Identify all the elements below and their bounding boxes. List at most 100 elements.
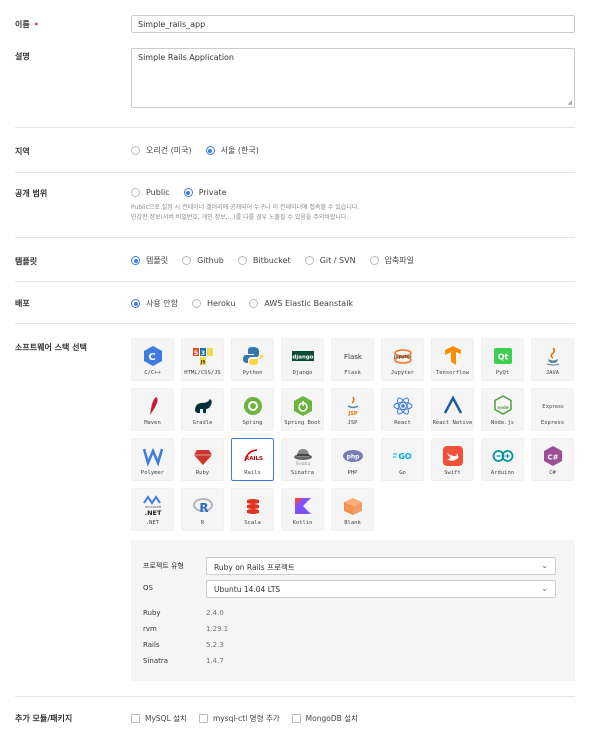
stack-tile-python[interactable]: Python xyxy=(231,338,274,381)
stack-tile-react[interactable]: React xyxy=(381,388,424,431)
checkbox[interactable] xyxy=(198,714,208,723)
svg-text:node: node xyxy=(497,405,508,410)
region-radio-0[interactable]: 오리건 (미국) xyxy=(131,145,192,156)
ruby-icon xyxy=(192,439,214,469)
react-icon xyxy=(392,389,414,419)
checkbox[interactable] xyxy=(131,714,140,723)
deploy-radio-group: 사용 안함 Heroku AWS Elastic Beanstalk xyxy=(131,298,367,309)
radio-dot[interactable] xyxy=(131,188,140,197)
stack-tile-html-css-js[interactable]: 5 3 JS HTML/CSS/JS xyxy=(181,338,224,381)
region-radio-1[interactable]: 서울 (한국) xyxy=(205,145,259,156)
stack-tile-label: Python xyxy=(242,370,263,376)
deploy-radio-2[interactable]: AWS Elastic Beanstalk xyxy=(249,299,353,308)
svg-text:GO: GO xyxy=(398,452,412,461)
stack-tile-sinatra[interactable]: Sinatra Sinatra xyxy=(281,438,324,481)
template-radio-3[interactable]: Git / SVN xyxy=(304,256,356,265)
checkbox[interactable] xyxy=(291,714,301,723)
stack-tile-swift[interactable]: Swift xyxy=(431,438,474,481)
os-select[interactable]: Ubuntu 14.04 LTS ⌄ xyxy=(206,580,556,598)
svg-text:RAILS: RAILS xyxy=(244,456,262,462)
stack-tile-gradle[interactable]: Gradle xyxy=(181,388,224,431)
svg-text:php: php xyxy=(346,454,360,461)
stack-tile-jsp[interactable]: JSP JSP xyxy=(331,388,374,431)
resize-handle-icon[interactable]: ◢ xyxy=(567,99,572,106)
radio-dot[interactable] xyxy=(304,256,314,265)
deploy-radio-0[interactable]: 사용 안함 xyxy=(131,298,178,309)
version-value: 1.4.7 xyxy=(206,657,224,665)
svg-text:Qt: Qt xyxy=(497,353,508,362)
stack-tile-label: Swift xyxy=(444,470,461,476)
description-textarea[interactable]: Simple Rails Application ◢ xyxy=(131,48,575,108)
react-native-icon xyxy=(442,389,464,419)
package-checkbox-2[interactable]: MongoDB 설치 xyxy=(291,713,358,724)
radio-dot[interactable] xyxy=(131,146,140,155)
stack-tile-pyqt[interactable]: Qt PyQt xyxy=(481,338,524,381)
stack-label: 소프트웨어 스택 선택 xyxy=(15,343,87,352)
stack-tile-rails[interactable]: RAILS Rails xyxy=(231,438,274,481)
region-radio-label: 오리건 (미국) xyxy=(146,146,192,155)
radio-dot[interactable] xyxy=(131,256,140,265)
radio-dot[interactable] xyxy=(191,299,201,308)
template-radio-label: 압축파일 xyxy=(384,256,415,265)
deploy-radio-1[interactable]: Heroku xyxy=(191,299,235,308)
radio-dot[interactable] xyxy=(182,256,192,265)
template-radio-2[interactable]: Bitbucket xyxy=(237,256,291,265)
template-radio-4[interactable]: 압축파일 xyxy=(369,255,415,266)
radio-dot[interactable] xyxy=(205,146,215,155)
stack-tile-jupyter[interactable]: jupyter Jupyter xyxy=(381,338,424,381)
stack-tile-java[interactable]: JAVA xyxy=(531,338,574,381)
divider xyxy=(15,696,575,697)
template-radio-0[interactable]: 템플릿 xyxy=(131,255,168,266)
stack-tile-express[interactable]: Express Express xyxy=(531,388,574,431)
name-input[interactable]: Simple_rails_app xyxy=(131,15,575,33)
package-checkbox-1[interactable]: mysql-ctl 명령 추가 xyxy=(198,713,280,724)
stack-tile-c-c-[interactable]: C C/C++ xyxy=(131,338,174,381)
stack-tile-label: JSP xyxy=(347,420,358,426)
stack-tile-label: Spring Boot xyxy=(284,420,321,426)
stack-tile-arduino[interactable]: Arduino xyxy=(481,438,524,481)
stack-tile-node-js[interactable]: node Node.js xyxy=(481,388,524,431)
stack-tile-c-[interactable]: C# C# xyxy=(531,438,574,481)
chevron-down-icon: ⌄ xyxy=(541,584,548,593)
stack-tile-php[interactable]: php PHP xyxy=(331,438,374,481)
stack-tile-maven[interactable]: Maven xyxy=(131,388,174,431)
stack-tile-polymer[interactable]: Polymer xyxy=(131,438,174,481)
deploy-label: 배포 xyxy=(15,299,30,308)
stack-tile-blank[interactable]: Blank xyxy=(331,488,374,531)
radio-dot[interactable] xyxy=(237,256,247,265)
stack-tile-label: Sinatra xyxy=(290,470,315,476)
swift-icon xyxy=(442,439,464,469)
radio-dot[interactable] xyxy=(249,299,259,308)
stack-tile-scala[interactable]: Scala xyxy=(231,488,274,531)
divider xyxy=(15,237,575,238)
template-radio-label: Git / SVN xyxy=(319,256,356,265)
packages-label: 추가 모듈/패키지 xyxy=(15,714,73,723)
visibility-radio-label: Public xyxy=(146,188,170,197)
stack-tile-tensorflow[interactable]: Tensorflow xyxy=(431,338,474,381)
package-checkbox-0[interactable]: MySQL 설치 xyxy=(131,713,187,724)
svg-text:C#: C# xyxy=(547,454,558,462)
radio-dot[interactable] xyxy=(131,299,140,308)
template-radio-1[interactable]: Github xyxy=(182,256,224,265)
stack-tile-react-native[interactable]: React Native xyxy=(431,388,474,431)
deploy-radio-label: 사용 안함 xyxy=(146,299,178,308)
stack-tile-flask[interactable]: Flask Flask xyxy=(331,338,374,381)
stack-tile-django[interactable]: django Django xyxy=(281,338,324,381)
stack-tile-spring[interactable]: Spring xyxy=(231,388,274,431)
svg-text:R: R xyxy=(199,501,208,515)
version-value: 2.4.0 xyxy=(206,609,224,617)
stack-tile-kotlin[interactable]: Kotlin xyxy=(281,488,324,531)
stack-tile-label: .NET xyxy=(145,520,160,526)
radio-dot[interactable] xyxy=(369,256,379,265)
project-type-select[interactable]: Ruby on Rails 프로젝트 ⌄ xyxy=(206,557,556,575)
visibility-radio-0[interactable]: Public xyxy=(131,188,170,197)
stack-tile--net[interactable]: microsoft .NET .NET xyxy=(131,488,174,531)
stack-tile-go[interactable]: GO Go xyxy=(381,438,424,481)
stack-tile-spring-boot[interactable]: Spring Boot xyxy=(281,388,324,431)
radio-dot[interactable] xyxy=(183,188,193,197)
stack-tile-label: PHP xyxy=(347,470,358,476)
jsp-icon: JSP xyxy=(342,389,364,419)
stack-tile-ruby[interactable]: Ruby xyxy=(181,438,224,481)
visibility-radio-1[interactable]: Private xyxy=(183,188,227,197)
stack-tile-r[interactable]: RR xyxy=(181,488,224,531)
